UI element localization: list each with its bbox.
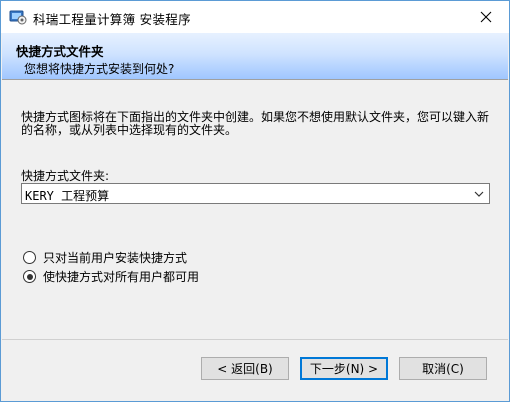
page-title: 快捷方式文件夹 xyxy=(16,44,104,59)
radio-button[interactable] xyxy=(23,251,36,264)
radio-label: 使快捷方式对所有用户都可用 xyxy=(43,270,200,284)
radio-current-user[interactable]: 只对当前用户安装快捷方式 xyxy=(23,249,187,266)
content-panel: 快捷方式图标将在下面指出的文件夹中创建。如果您不想使用默认文件夹，您可以键入新的… xyxy=(2,81,508,339)
back-button[interactable]: < 返回(B) xyxy=(201,357,289,380)
folder-combobox[interactable]: KERY 工程预算 xyxy=(21,183,490,204)
cancel-button[interactable]: 取消(C) xyxy=(399,357,487,380)
chevron-down-icon[interactable] xyxy=(473,189,485,199)
title-bar[interactable]: 科瑞工程量计算簿 安装程序 xyxy=(1,1,509,33)
close-icon xyxy=(480,11,492,22)
installer-icon xyxy=(9,10,27,25)
folder-label: 快捷方式文件夹: xyxy=(21,169,110,183)
radio-button[interactable] xyxy=(23,270,36,283)
radio-all-users[interactable]: 使快捷方式对所有用户都可用 xyxy=(23,268,199,285)
next-button[interactable]: 下一步(N) > xyxy=(300,357,388,380)
folder-combobox-value: KERY 工程预算 xyxy=(25,189,110,203)
close-button[interactable] xyxy=(463,1,509,32)
footer-divider xyxy=(2,339,508,340)
installer-window: 科瑞工程量计算簿 安装程序 快捷方式文件夹 您想将快捷方式安装到何处? 快捷方式… xyxy=(0,0,510,402)
header-banner: 快捷方式文件夹 您想将快捷方式安装到何处? xyxy=(2,33,508,80)
radio-label: 只对当前用户安装快捷方式 xyxy=(43,251,188,265)
description-text: 快捷方式图标将在下面指出的文件夹中创建。如果您不想使用默认文件夹，您可以键入新的… xyxy=(21,110,490,137)
window-title: 科瑞工程量计算簿 安装程序 xyxy=(33,12,191,27)
page-subtitle: 您想将快捷方式安装到何处? xyxy=(24,62,175,76)
